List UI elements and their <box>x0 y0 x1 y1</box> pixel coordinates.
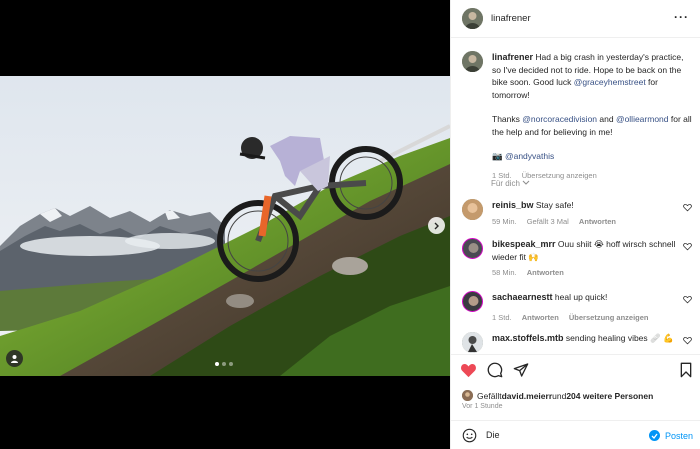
likers-link[interactable]: 204 weitere Personen <box>566 391 653 401</box>
more-like-this-toggle[interactable]: Für dich <box>491 179 530 188</box>
post-dialog: linafrener ··· linafrener Had a big cras… <box>0 0 700 449</box>
post-timestamp: Vor 1 Stunde <box>462 403 503 410</box>
camera-icon: 📷 <box>492 151 503 161</box>
comment-icon[interactable] <box>487 362 503 378</box>
comment-input[interactable] <box>486 430 636 440</box>
heart-icon <box>683 296 692 304</box>
timestamp: 58 Min. <box>492 268 517 277</box>
author-username[interactable]: linafrener <box>491 13 531 24</box>
heart-icon <box>683 204 692 212</box>
translate-link[interactable]: Übersetzung anzeigen <box>569 313 649 322</box>
likes-text: Gefällt <box>477 390 502 401</box>
timestamp: 59 Min. <box>492 216 517 226</box>
more-icon[interactable]: ··· <box>674 11 689 23</box>
likes-summary: Gefällt david.meierr und 204 weitere Per… <box>462 390 653 401</box>
comment-body: max.stoffels.mtb sending healing vibes 🩹… <box>492 332 677 345</box>
comment-like-button[interactable] <box>683 203 692 214</box>
save-button[interactable] <box>679 362 693 380</box>
caption-paragraph: linafrener Had a big crash in yesterday'… <box>492 51 694 101</box>
comment-text: Stay safe! <box>535 200 574 210</box>
reply-button[interactable]: Antworten <box>522 313 559 322</box>
chevron-down-icon <box>522 180 530 185</box>
comment-username[interactable]: bikespeak_mrr <box>492 239 556 249</box>
carousel-dot <box>229 362 233 366</box>
caption-paragraph: 📷 @andyvathis <box>492 150 694 163</box>
comments-section: linafrener Had a big crash in yesterday'… <box>451 38 700 354</box>
avatar[interactable] <box>462 51 483 72</box>
comment-body: sachaearnestt heal up quick! <box>492 291 677 304</box>
comment-item: reinis_bw Stay safe! 59 Min. Gefällt 3 M… <box>462 199 694 228</box>
comment-like-button[interactable] <box>683 242 692 253</box>
comment-meta: 58 Min. Antworten <box>492 267 677 280</box>
comment-item: bikespeak_mrr Ouu shiit 😭 hoff wirsch sc… <box>462 238 694 280</box>
comment-like-button[interactable] <box>683 336 692 347</box>
check-icon <box>648 430 660 441</box>
comment-username[interactable]: reinis_bw <box>492 200 534 210</box>
share-icon[interactable] <box>513 362 529 378</box>
comment-username[interactable]: sachaearnestt <box>492 292 553 302</box>
caption-text: and <box>597 114 616 124</box>
bookmark-icon <box>680 362 692 378</box>
caption-paragraph: Thanks @norcoracedivision and @olliearmo… <box>492 113 694 138</box>
post-details-panel: linafrener ··· linafrener Had a big cras… <box>450 0 700 449</box>
media-pane <box>0 0 450 449</box>
comment-meta: 59 Min. Gefällt 3 Mal Antworten <box>492 216 677 229</box>
avatar[interactable] <box>462 8 483 29</box>
user-tag-icon <box>11 355 18 363</box>
chevron-right-icon <box>434 222 439 229</box>
carousel-next-button[interactable] <box>428 217 445 234</box>
comment-body: reinis_bw Stay safe! <box>492 199 677 212</box>
carousel-indicator <box>215 362 233 366</box>
post-header: linafrener ··· <box>451 0 700 38</box>
post-comment-button[interactable]: Posten <box>648 430 693 441</box>
post-actions: Gefällt david.meierr und 204 weitere Per… <box>451 354 700 410</box>
reply-button[interactable]: Antworten <box>579 217 616 226</box>
reply-button[interactable]: Antworten <box>527 268 564 277</box>
tagged-users-button[interactable] <box>6 350 23 367</box>
mention-link[interactable]: @olliearmond <box>616 114 669 124</box>
mention-link[interactable]: @andyvathis <box>505 151 554 161</box>
avatar[interactable] <box>462 390 473 401</box>
comment-meta: 1 Std. Antworten Übersetzung anzeigen <box>492 312 677 325</box>
comment-item: sachaearnestt heal up quick! 1 Std. Antw… <box>462 291 694 324</box>
comment-like-button[interactable] <box>683 295 692 306</box>
heart-icon <box>683 243 692 251</box>
comment-text: sending healing vibes 🩹 💪 <box>565 333 674 343</box>
post-caption: linafrener Had a big crash in yesterday'… <box>462 51 694 182</box>
post-photo[interactable] <box>0 76 450 376</box>
avatar[interactable] <box>462 332 483 353</box>
comment-item: max.stoffels.mtb sending healing vibes 🩹… <box>462 332 694 353</box>
comment-body: bikespeak_mrr Ouu shiit 😭 hoff wirsch sc… <box>492 238 677 263</box>
translate-link[interactable]: Übersetzung anzeigen <box>522 171 597 180</box>
comment-composer: Posten <box>451 420 700 449</box>
caption-text: Thanks <box>492 114 523 124</box>
emoji-icon[interactable] <box>462 428 477 443</box>
carousel-dot <box>222 362 226 366</box>
likes-text: und <box>552 390 567 401</box>
liker-username[interactable]: david.meierr <box>502 391 553 401</box>
avatar[interactable] <box>462 238 483 259</box>
more-like-this-label: Für dich <box>491 179 520 188</box>
heart-icon[interactable] <box>460 362 477 378</box>
mention-link[interactable]: @graceyhemstreet <box>574 77 646 87</box>
mention-link[interactable]: @norcoracedivision <box>522 114 597 124</box>
caption-username[interactable]: linafrener <box>492 52 533 62</box>
avatar[interactable] <box>462 291 483 312</box>
comment-text: heal up quick! <box>554 292 608 302</box>
carousel-dot <box>215 362 219 366</box>
heart-icon <box>683 337 692 345</box>
timestamp: 1 Std. <box>492 312 512 322</box>
comment-username[interactable]: max.stoffels.mtb <box>492 333 564 343</box>
like-count[interactable]: Gefällt 3 Mal <box>527 217 569 226</box>
avatar[interactable] <box>462 199 483 220</box>
action-bar <box>460 362 529 378</box>
post-label: Posten <box>664 430 693 441</box>
